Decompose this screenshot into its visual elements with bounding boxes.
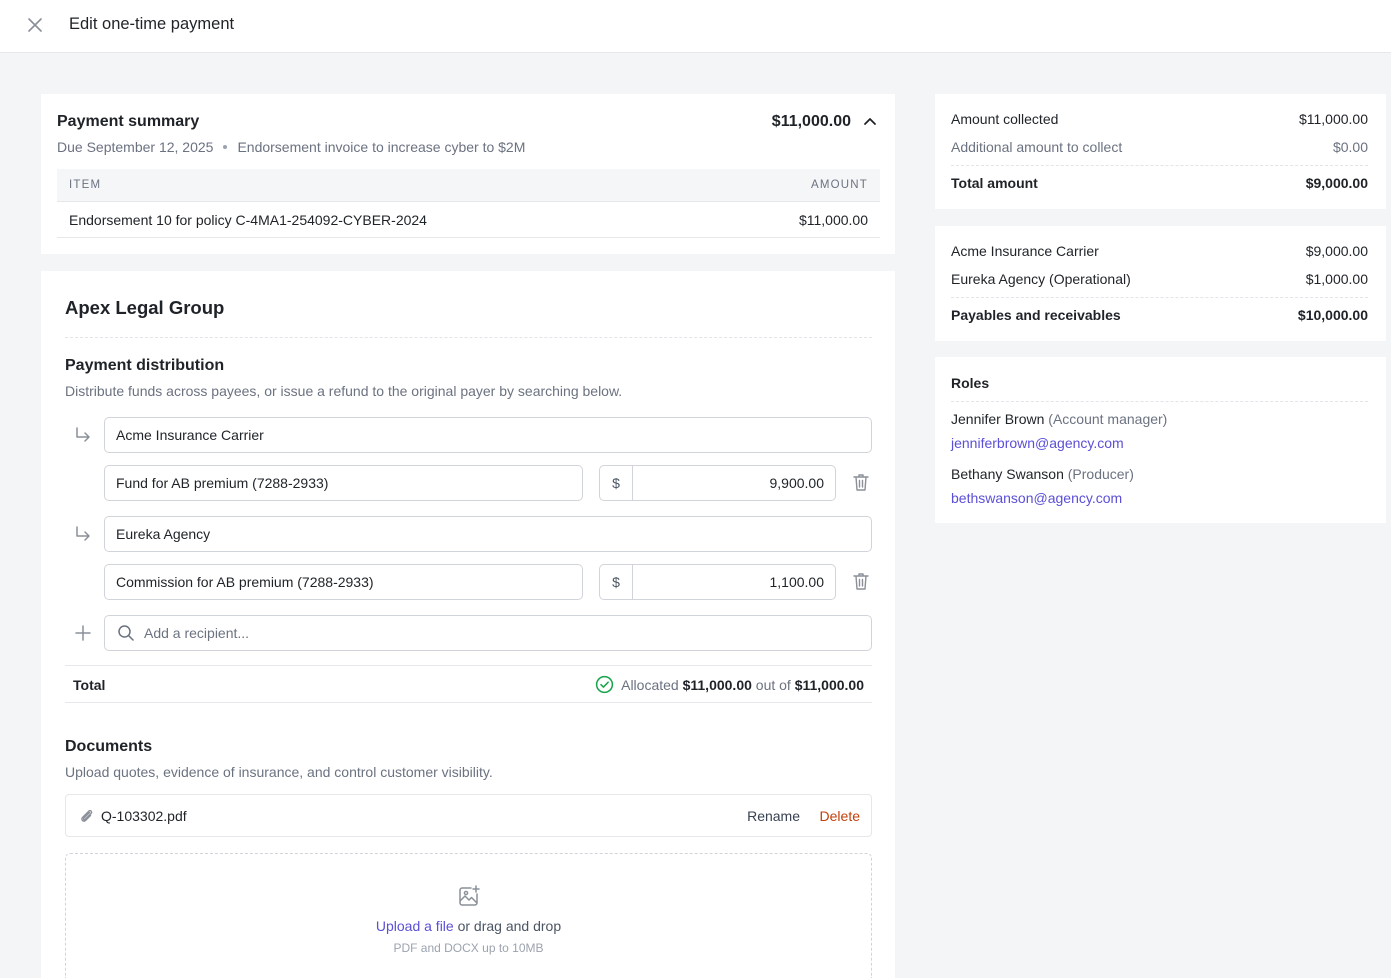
payables-card: Acme Insurance Carrier $9,000.00 Eureka … — [935, 226, 1386, 341]
amount-value[interactable]: 1,100.00 — [633, 565, 835, 599]
rename-button[interactable]: Rename — [747, 808, 800, 824]
total-label: Total — [73, 677, 106, 693]
amount-cell: $11,000.00 — [798, 212, 868, 228]
amount-value[interactable]: 9,900.00 — [633, 466, 835, 500]
person-name: Jennifer Brown — [951, 411, 1045, 427]
upload-instructions: Upload a file or drag and drop — [66, 918, 871, 934]
paperclip-icon — [81, 809, 93, 822]
chevron-up-icon[interactable] — [861, 113, 879, 131]
payable-value: $9,000.00 — [1305, 243, 1368, 259]
plus-icon[interactable] — [74, 624, 92, 642]
amount-row: Additional amount to collect $0.00 — [951, 139, 1368, 155]
summary-subtitle: Due September 12, 2025 Endorsement invoi… — [57, 139, 525, 155]
payment-details-card: Apex Legal Group Payment distribution Di… — [41, 271, 895, 978]
divider — [951, 165, 1368, 166]
allocated-amount: $11,000.00 — [682, 676, 752, 693]
payee-amount-field[interactable]: $ 9,900.00 — [599, 465, 836, 501]
total-amount-row: Total amount $9,000.00 — [951, 175, 1368, 191]
currency-prefix: $ — [600, 565, 633, 599]
table-header: ITEM AMOUNT — [57, 169, 880, 202]
person-name: Bethany Swanson — [951, 466, 1064, 482]
allocated-prefix: Allocated — [621, 676, 679, 693]
documents-title: Documents — [65, 738, 153, 755]
amount-label: Amount collected — [951, 111, 1059, 127]
column-header-item: ITEM — [69, 179, 102, 191]
upload-dropzone[interactable]: Upload a file or drag and drop PDF and D… — [65, 853, 872, 978]
search-placeholder: Add a recipient... — [144, 625, 250, 641]
total-amount-value: $9,000.00 — [1305, 175, 1368, 191]
upload-text: or drag and drop — [457, 918, 562, 934]
total-amount: $11,000.00 — [794, 676, 864, 693]
file-name[interactable]: Q-103302.pdf — [101, 808, 187, 824]
summary-description: Endorsement invoice to increase cyber to… — [237, 139, 526, 155]
distribution-title: Payment distribution — [65, 357, 225, 374]
divider — [65, 337, 872, 338]
divider — [951, 297, 1368, 298]
payable-label: Acme Insurance Carrier — [951, 243, 1099, 259]
roles-card: Roles Jennifer Brown (Account manager) j… — [935, 357, 1386, 523]
distribution-subtitle: Distribute funds across payees, or issue… — [65, 383, 623, 399]
roles-title: Roles — [951, 375, 990, 391]
file-row: Q-103302.pdf Rename Delete — [65, 794, 872, 837]
currency-prefix: $ — [600, 466, 633, 500]
payee-memo-field[interactable]: Fund for AB premium (7288-2933) — [104, 465, 583, 501]
payee-amount-field[interactable]: $ 1,100.00 — [599, 564, 836, 600]
payee-name-field[interactable]: Acme Insurance Carrier — [104, 417, 872, 453]
amount-value: $11,000.00 — [1298, 111, 1368, 127]
due-date: Due September 12, 2025 — [57, 139, 214, 155]
divider — [951, 401, 1368, 402]
amounts-card: Amount collected $11,000.00 Additional a… — [935, 94, 1386, 209]
payable-row: Acme Insurance Carrier $9,000.00 — [951, 243, 1368, 259]
column-header-amount: AMOUNT — [810, 179, 868, 191]
close-icon[interactable] — [24, 14, 46, 36]
payables-total-label: Payables and receivables — [951, 307, 1121, 323]
payable-row: Eureka Agency (Operational) $1,000.00 — [951, 271, 1368, 287]
add-recipient-search[interactable]: Add a recipient... — [104, 615, 872, 651]
check-circle-icon — [595, 675, 614, 694]
person-role: (Producer) — [1067, 466, 1134, 482]
payable-label: Eureka Agency (Operational) — [951, 271, 1131, 287]
table-row: Endorsement 10 for policy C-4MA1-254092-… — [57, 202, 880, 238]
payable-value: $1,000.00 — [1305, 271, 1368, 287]
payment-summary-card: Payment summary $11,000.00 Due September… — [41, 94, 895, 254]
total-amount-label: Total amount — [951, 175, 1038, 191]
separator-dot — [223, 145, 228, 149]
person-email-link[interactable]: jenniferbrown@agency.com — [951, 435, 1124, 451]
trash-icon[interactable] — [852, 472, 870, 492]
allocation-status: Allocated $11,000.00 out of $11,000.00 — [595, 675, 864, 694]
organization-name: Apex Legal Group — [65, 297, 225, 318]
item-cell: Endorsement 10 for policy C-4MA1-254092-… — [69, 212, 427, 228]
delete-button[interactable]: Delete — [820, 808, 860, 824]
amount-row: Amount collected $11,000.00 — [951, 111, 1368, 127]
image-add-icon — [459, 885, 480, 906]
payables-total-row: Payables and receivables $10,000.00 — [951, 307, 1368, 323]
summary-title: Payment summary — [57, 113, 200, 130]
amount-label: Additional amount to collect — [951, 139, 1123, 155]
upload-hint: PDF and DOCX up to 10MB — [393, 941, 544, 955]
amount-value: $0.00 — [1332, 139, 1368, 155]
person-role: (Account manager) — [1048, 411, 1168, 427]
payables-total-value: $10,000.00 — [1297, 307, 1368, 323]
distribution-total-row: Total Allocated $11,000.00 out of $11,00… — [65, 665, 872, 703]
person-email-link[interactable]: bethswanson@agency.com — [951, 490, 1122, 506]
summary-total: $11,000.00 — [771, 113, 851, 130]
top-bar: Edit one-time payment — [0, 0, 1391, 53]
payee-name-field[interactable]: Eureka Agency — [104, 516, 872, 552]
corner-down-right-icon — [76, 526, 90, 541]
trash-icon[interactable] — [852, 571, 870, 591]
role-person: Bethany Swanson (Producer) — [951, 466, 1134, 482]
payee-memo-field[interactable]: Commission for AB premium (7288-2933) — [104, 564, 583, 600]
page-title: Edit one-time payment — [69, 15, 235, 33]
out-of-label: out of — [755, 676, 791, 693]
upload-file-link[interactable]: Upload a file — [376, 918, 454, 934]
role-person: Jennifer Brown (Account manager) — [951, 411, 1167, 427]
documents-subtitle: Upload quotes, evidence of insurance, an… — [65, 764, 493, 780]
corner-down-right-icon — [76, 427, 90, 442]
search-icon — [118, 625, 134, 641]
